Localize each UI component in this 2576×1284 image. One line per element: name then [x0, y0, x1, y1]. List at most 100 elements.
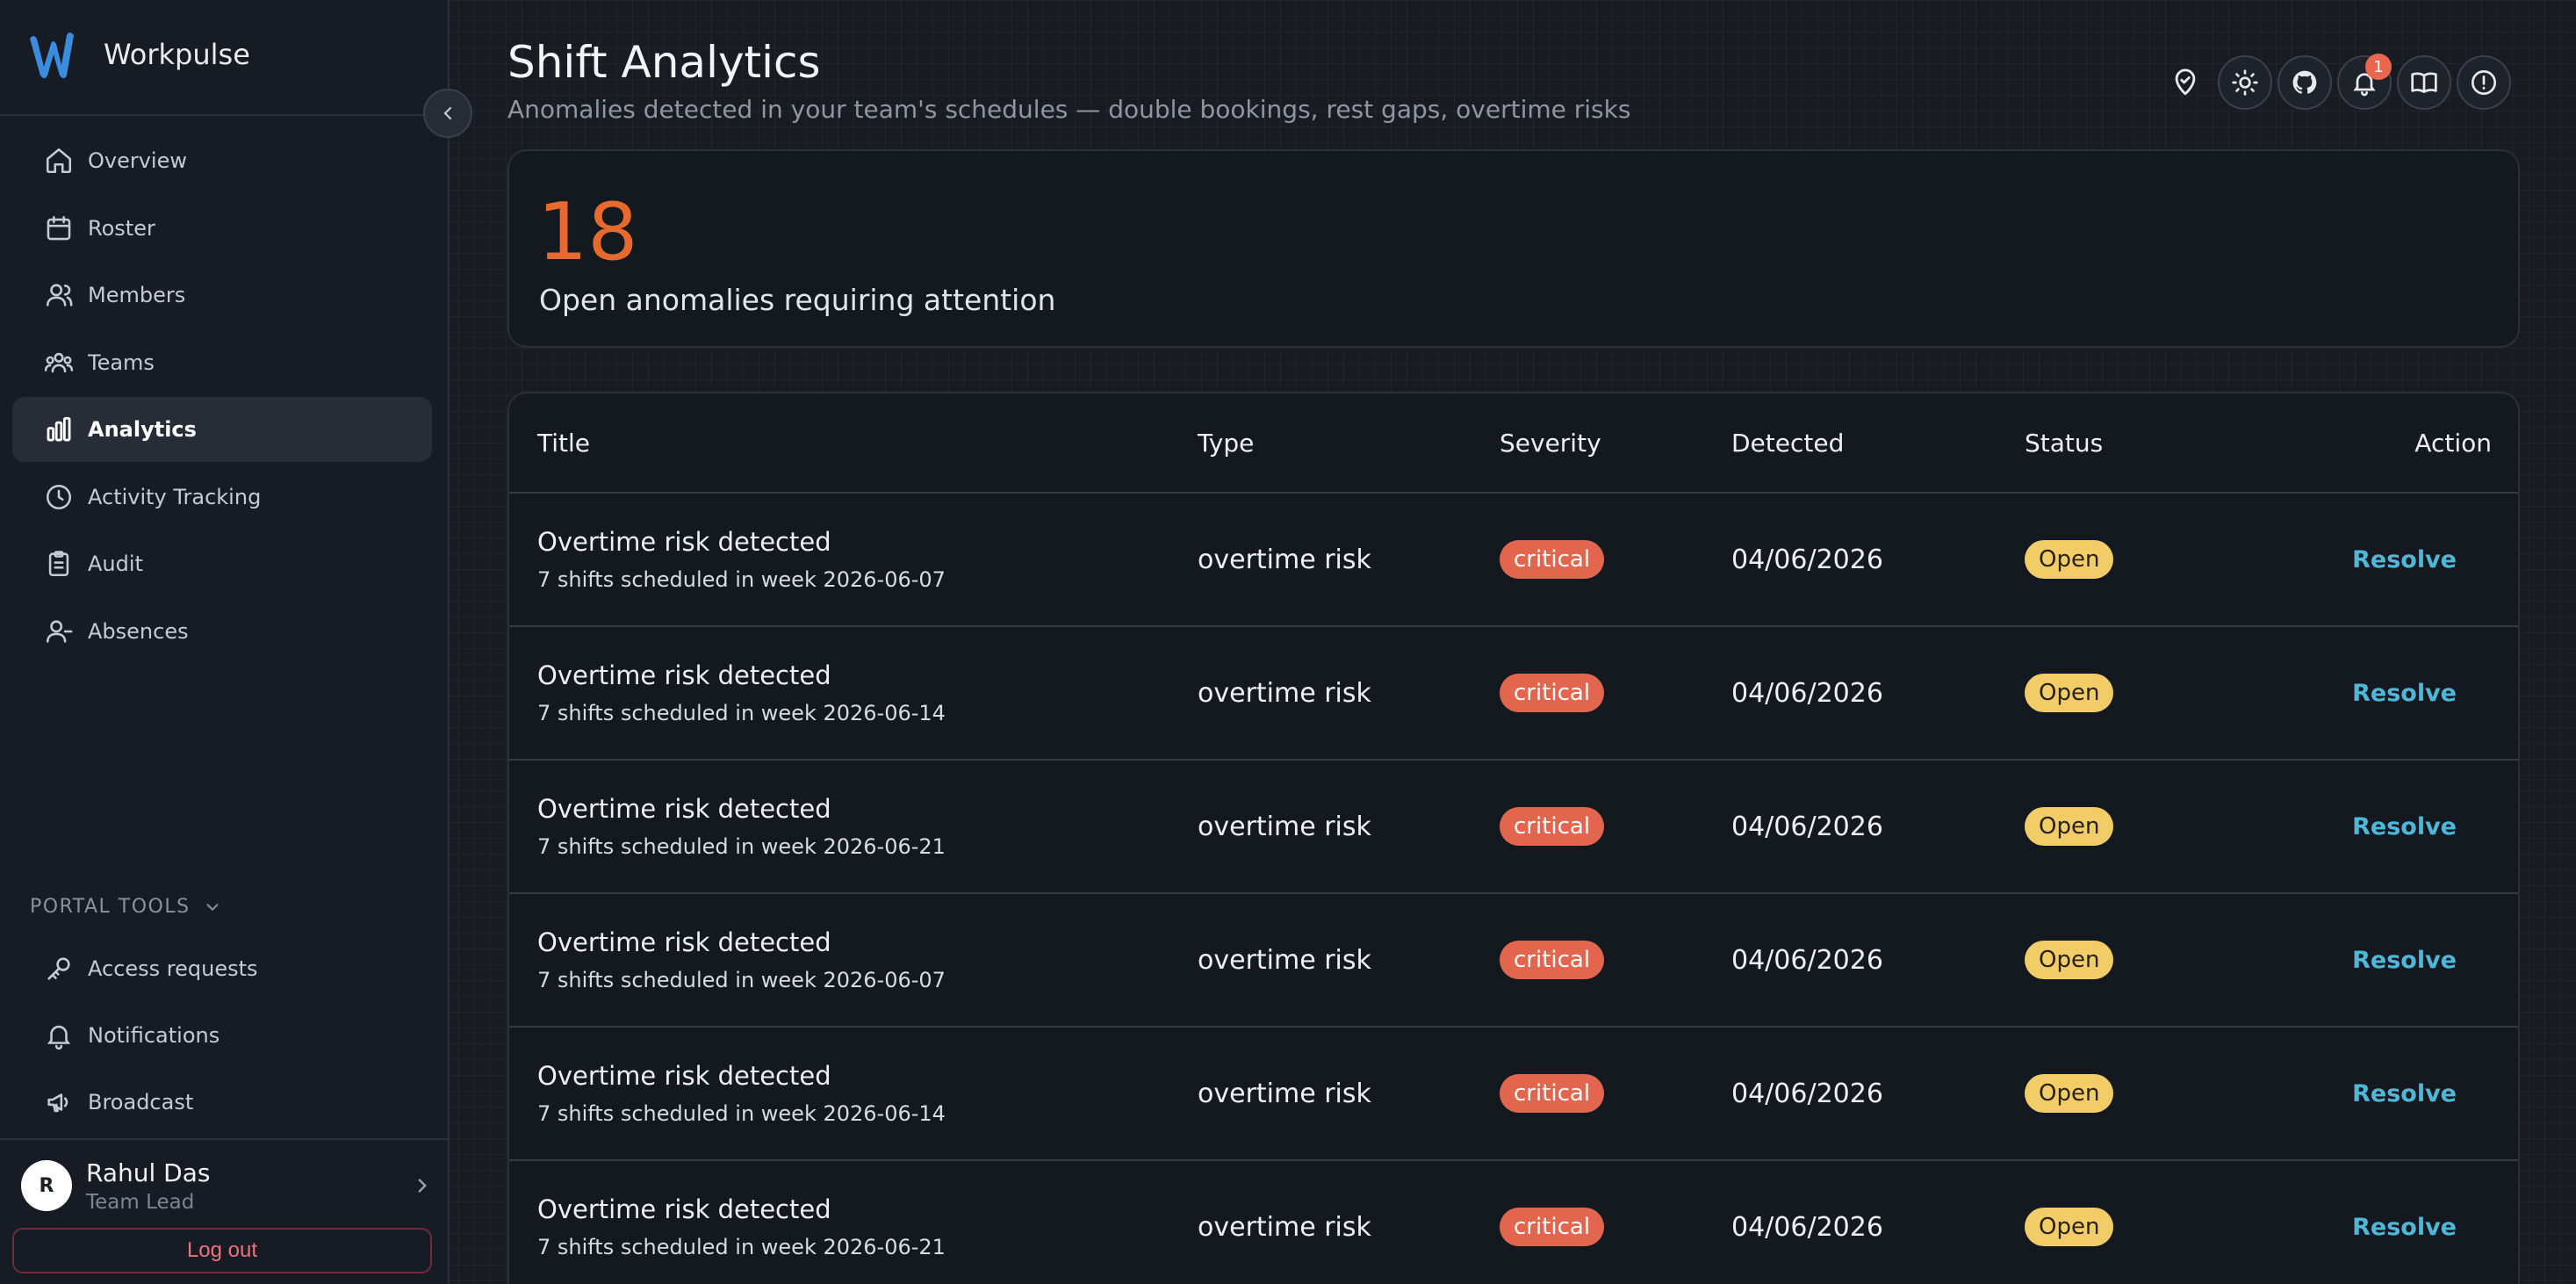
status-badge: Open — [2025, 1208, 2114, 1246]
sidebar-item-label: Analytics — [88, 417, 197, 442]
app-name: Workpulse — [104, 38, 250, 71]
divider — [0, 1138, 448, 1140]
megaphone-icon — [44, 1087, 74, 1117]
sidebar-item-audit[interactable]: Audit — [12, 531, 432, 596]
title-cell: Overtime risk detected 7 shifts schedule… — [537, 927, 946, 992]
sidebar-item-label: Teams — [88, 350, 155, 375]
severity-badge: critical — [1500, 1074, 1605, 1113]
brand[interactable]: Workpulse — [25, 23, 250, 86]
resolve-button[interactable]: Resolve — [2352, 1080, 2457, 1107]
status-badge: Open — [2025, 1074, 2114, 1113]
github-button[interactable] — [2277, 55, 2332, 110]
page-title: Shift Analytics — [507, 37, 821, 88]
anomaly-type: overtime risk — [1198, 944, 1371, 976]
status-badge: Open — [2025, 807, 2114, 846]
table-row: Overtime risk detected 7 shifts schedule… — [509, 761, 2518, 894]
page-subtitle: Anomalies detected in your team's schedu… — [507, 95, 1631, 124]
sidebar-item-teams[interactable]: Teams — [12, 330, 432, 395]
clock-icon — [44, 482, 74, 512]
sidebar-item-members[interactable]: Members — [12, 263, 432, 328]
notifications-button[interactable]: 1 — [2337, 54, 2392, 110]
anomaly-detail: 7 shifts scheduled in week 2026-06-07 — [537, 567, 946, 592]
anomaly-title: Overtime risk detected — [537, 927, 831, 957]
logout-button[interactable]: Log out — [12, 1228, 432, 1273]
anomaly-type: overtime risk — [1198, 677, 1371, 709]
title-cell: Overtime risk detected 7 shifts schedule… — [537, 1061, 946, 1126]
github-icon — [2292, 70, 2317, 94]
detected-date: 04/06/2026 — [1731, 1211, 1883, 1243]
resolve-button[interactable]: Resolve — [2352, 813, 2457, 840]
column-header-type[interactable]: Type — [1198, 429, 1254, 458]
header-toolbar: 1 — [2158, 54, 2516, 111]
sidebar-nav: Overview Roster Members Teams Analytics — [12, 128, 432, 666]
anomaly-detail: 7 shifts scheduled in week 2026-06-14 — [537, 701, 946, 725]
members-icon — [44, 280, 74, 310]
title-cell: Overtime risk detected 7 shifts schedule… — [537, 527, 946, 592]
home-icon — [44, 146, 74, 176]
docs-button[interactable] — [2397, 55, 2451, 110]
status-badge: Open — [2025, 941, 2114, 979]
user-info: Rahul Das Team Lead — [86, 1158, 411, 1214]
table-row: Overtime risk detected 7 shifts schedule… — [509, 494, 2518, 627]
chevron-down-icon — [206, 903, 219, 911]
detected-date: 04/06/2026 — [1731, 677, 1883, 709]
column-header-status[interactable]: Status — [2025, 429, 2103, 458]
column-header-severity[interactable]: Severity — [1500, 429, 1601, 458]
column-header-detected[interactable]: Detected — [1731, 429, 1844, 458]
anomaly-detail: 7 shifts scheduled in week 2026-06-14 — [537, 1101, 946, 1126]
severity-badge: critical — [1500, 674, 1605, 712]
resolve-button[interactable]: Resolve — [2352, 1214, 2457, 1241]
severity-badge: critical — [1500, 807, 1605, 846]
sidebar-item-access-requests[interactable]: Access requests — [12, 936, 432, 1001]
anomaly-title: Overtime risk detected — [537, 1061, 831, 1091]
sidebar-item-label: Access requests — [88, 956, 258, 981]
portal-tools: Access requests Notifications Broadcast — [12, 936, 432, 1136]
anomaly-type: overtime risk — [1198, 1078, 1371, 1109]
sidebar-item-label: Roster — [88, 215, 155, 241]
divider — [0, 114, 448, 116]
title-cell: Overtime risk detected 7 shifts schedule… — [537, 1194, 946, 1259]
sidebar-item-broadcast[interactable]: Broadcast — [12, 1070, 432, 1135]
help-button[interactable] — [2457, 55, 2511, 110]
notification-count-badge: 1 — [2365, 54, 2392, 80]
column-header-title[interactable]: Title — [537, 429, 590, 458]
collapse-sidebar-button[interactable] — [423, 89, 472, 138]
sidebar-item-activity-tracking[interactable]: Activity Tracking — [12, 465, 432, 530]
resolve-button[interactable]: Resolve — [2352, 947, 2457, 974]
detected-date: 04/06/2026 — [1731, 544, 1883, 575]
calendar-icon — [44, 213, 74, 243]
book-icon — [2411, 72, 2437, 93]
user-menu[interactable]: R Rahul Das Team Lead — [21, 1158, 434, 1214]
workpulse-logo-icon — [30, 32, 74, 78]
sidebar-item-overview[interactable]: Overview — [12, 128, 432, 193]
sidebar-item-roster[interactable]: Roster — [12, 196, 432, 261]
clipboard-icon — [44, 549, 74, 579]
sidebar-item-absences[interactable]: Absences — [12, 599, 432, 664]
sidebar-item-label: Absences — [88, 618, 189, 644]
sidebar-item-label: Broadcast — [88, 1090, 194, 1114]
sidebar-item-label: Overview — [88, 148, 187, 173]
table-header: Title Type Severity Detected Status Acti… — [509, 393, 2518, 494]
severity-badge: critical — [1500, 1208, 1605, 1246]
anomaly-detail: 7 shifts scheduled in week 2026-06-21 — [537, 834, 946, 859]
sidebar-item-notifications[interactable]: Notifications — [12, 1003, 432, 1068]
sidebar-item-analytics[interactable]: Analytics — [12, 397, 432, 462]
chevron-left-icon — [443, 106, 452, 120]
anomalies-table: Title Type Severity Detected Status Acti… — [507, 392, 2520, 1284]
anomaly-title: Overtime risk detected — [537, 660, 831, 690]
sun-icon — [2232, 69, 2258, 96]
location-button[interactable] — [2158, 55, 2213, 110]
resolve-button[interactable]: Resolve — [2352, 546, 2457, 573]
sidebar-item-label: Activity Tracking — [88, 484, 262, 509]
resolve-button[interactable]: Resolve — [2352, 680, 2457, 707]
anomaly-detail: 7 shifts scheduled in week 2026-06-07 — [537, 968, 946, 992]
sidebar-item-label: Members — [88, 283, 186, 307]
severity-badge: critical — [1500, 540, 1605, 579]
portal-tools-toggle[interactable]: PORTAL TOOLS — [30, 896, 222, 918]
theme-toggle-button[interactable] — [2218, 55, 2272, 110]
anomaly-title: Overtime risk detected — [537, 527, 831, 557]
title-cell: Overtime risk detected 7 shifts schedule… — [537, 660, 946, 725]
detected-date: 04/06/2026 — [1731, 1078, 1883, 1109]
user-role: Team Lead — [86, 1190, 195, 1214]
title-cell: Overtime risk detected 7 shifts schedule… — [537, 794, 946, 859]
